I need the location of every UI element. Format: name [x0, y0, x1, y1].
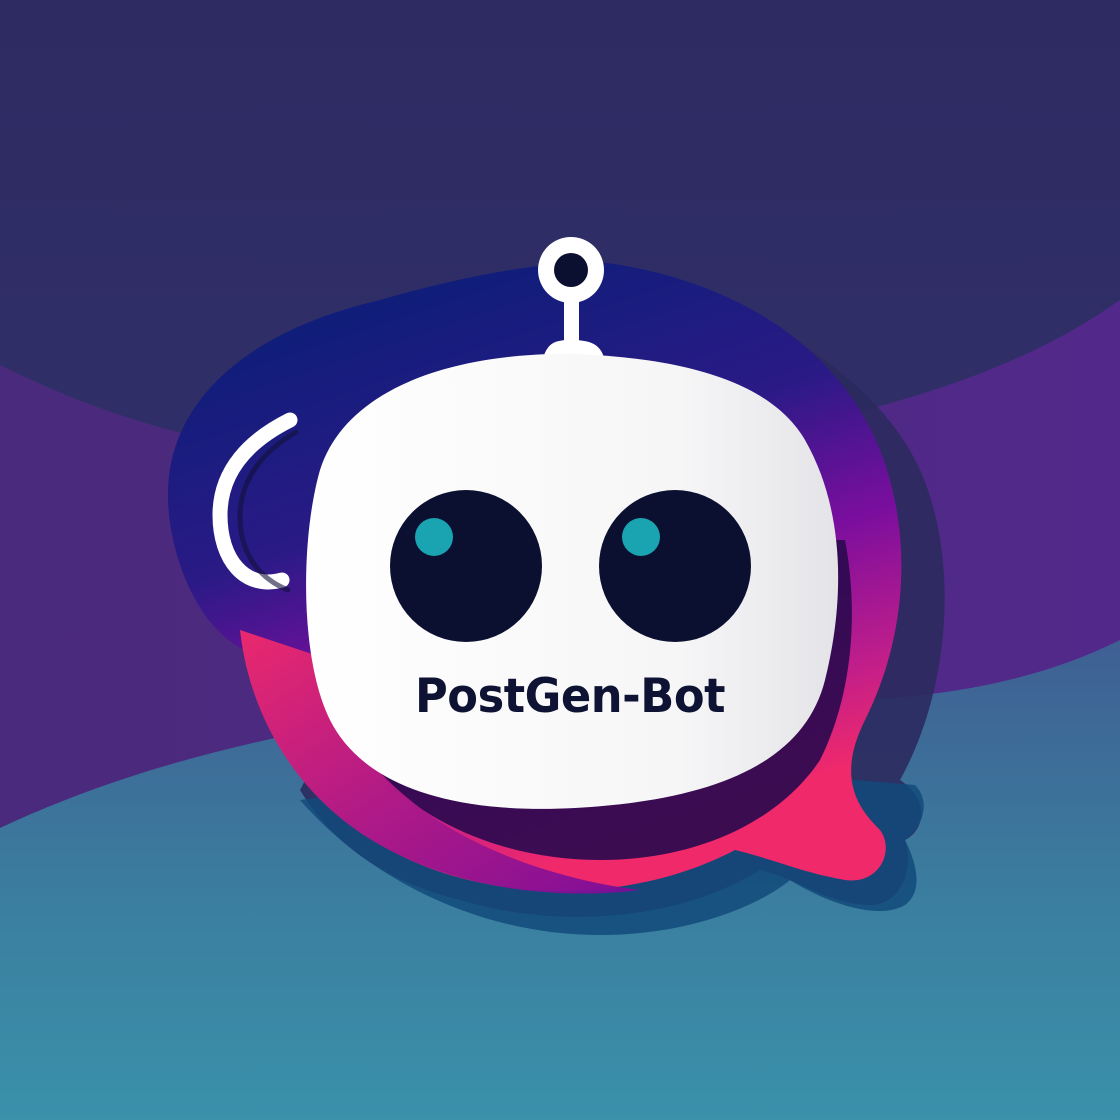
left-eye-pupil — [415, 518, 453, 556]
right-eye-socket — [599, 490, 751, 642]
antenna-bulb-inner — [554, 253, 588, 287]
logo-canvas: PostGen-Bot — [0, 0, 1120, 1120]
robot-head — [306, 353, 839, 809]
logo-artwork: PostGen-Bot — [0, 0, 1120, 1120]
logo-wordmark: PostGen-Bot — [415, 669, 725, 724]
left-eye-socket — [390, 490, 542, 642]
right-eye — [599, 490, 751, 642]
left-eye — [390, 490, 542, 642]
right-eye-pupil — [622, 518, 660, 556]
